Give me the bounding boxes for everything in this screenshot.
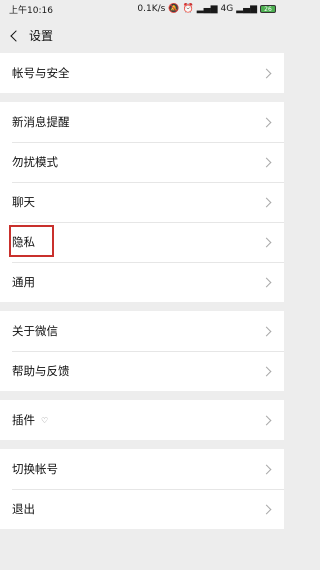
nav-bar: 设置	[0, 18, 284, 53]
row-label: 退出	[12, 502, 35, 516]
signal-icon: ▂▄▆	[196, 3, 218, 14]
status-bar: 上午10:16 0.1K/s 🔕 ⏰ ▂▄▆ 4G ▂▄▆ 26	[0, 0, 284, 18]
row-privacy[interactable]: 隐私	[0, 222, 284, 262]
row-label: 通用	[12, 275, 35, 289]
settings-group-account: 帐号与安全	[0, 53, 284, 93]
row-new-message-alerts[interactable]: 新消息提醒	[0, 102, 284, 142]
row-general[interactable]: 通用	[0, 262, 284, 302]
settings-group-session: 切换帐号 退出	[0, 449, 284, 529]
chevron-right-icon	[261, 277, 272, 287]
chevron-right-icon	[261, 237, 272, 247]
row-switch-account[interactable]: 切换帐号	[0, 449, 284, 489]
row-chat[interactable]: 聊天	[0, 182, 284, 222]
chevron-right-icon	[261, 117, 272, 127]
status-time: 上午10:16	[9, 5, 53, 16]
page-title: 设置	[29, 29, 54, 43]
row-label: 新消息提醒	[12, 115, 70, 129]
chevron-right-icon	[261, 415, 272, 425]
net-speed: 0.1K/s	[137, 4, 166, 14]
row-do-not-disturb[interactable]: 勿扰模式	[0, 142, 284, 182]
row-label: 帮助与反馈	[12, 364, 70, 378]
settings-group-plugins: 插件 ♡	[0, 400, 284, 440]
status-icons: 0.1K/s 🔕 ⏰ ▂▄▆ 4G ▂▄▆ 26	[137, 4, 276, 14]
chevron-right-icon	[261, 366, 272, 376]
row-label: 聊天	[12, 195, 35, 209]
row-label: 关于微信	[12, 324, 58, 338]
row-label: 隐私	[12, 235, 35, 249]
network-type: 4G	[220, 4, 234, 14]
row-plugins[interactable]: 插件 ♡	[0, 400, 284, 440]
chevron-right-icon	[261, 504, 272, 514]
row-label-wrap: 插件 ♡	[12, 412, 48, 428]
settings-group-about: 关于微信 帮助与反馈	[0, 311, 284, 391]
row-label: 帐号与安全	[12, 66, 70, 80]
row-label: 切换帐号	[12, 462, 58, 476]
chevron-right-icon	[261, 197, 272, 207]
chevron-right-icon	[261, 68, 272, 78]
row-label: 插件	[12, 413, 35, 427]
row-label: 勿扰模式	[12, 155, 58, 169]
row-log-out[interactable]: 退出	[0, 489, 284, 529]
chevron-right-icon	[261, 326, 272, 336]
chevron-right-icon	[261, 464, 272, 474]
signal-2-icon: ▂▄▆	[236, 3, 257, 14]
row-about-wechat[interactable]: 关于微信	[0, 311, 284, 351]
mute-icon: 🔕	[168, 3, 180, 14]
back-arrow-icon[interactable]	[10, 29, 22, 42]
row-account-security[interactable]: 帐号与安全	[0, 53, 284, 93]
shield-icon: ♡	[41, 415, 49, 425]
settings-group-main: 新消息提醒 勿扰模式 聊天 隐私 通用	[0, 102, 284, 302]
chevron-right-icon	[261, 157, 272, 167]
alarm-icon: ⏰	[182, 3, 194, 14]
battery-icon: 26	[260, 5, 276, 13]
row-help-feedback[interactable]: 帮助与反馈	[0, 351, 284, 391]
